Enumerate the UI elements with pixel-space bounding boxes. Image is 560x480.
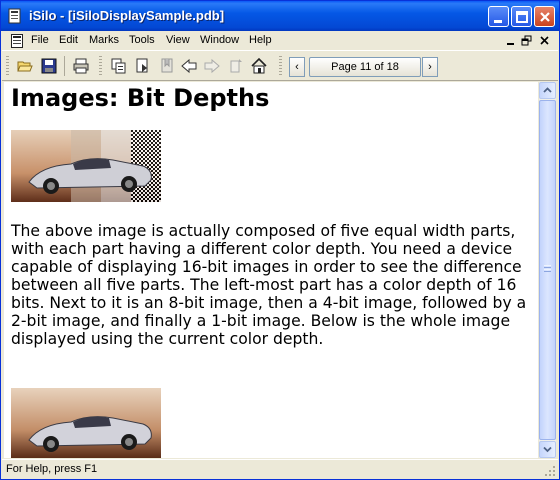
copy-icon <box>111 58 126 74</box>
minimize-icon <box>507 43 514 45</box>
toolbar-separator <box>64 56 65 76</box>
scroll-down-button[interactable] <box>539 441 556 458</box>
mdi-restore-button[interactable] <box>520 34 534 48</box>
previous-page-button[interactable]: ‹ <box>289 57 305 77</box>
car-image-bit-depths <box>11 130 161 202</box>
chevron-up-icon <box>543 87 552 93</box>
resize-grip-icon[interactable] <box>544 465 556 477</box>
scroll-thumb[interactable] <box>539 100 556 440</box>
folder-open-icon <box>17 61 33 72</box>
window-title: iSilo - [iSiloDisplaySample.pdb] <box>29 8 225 23</box>
menu-help[interactable]: Help <box>249 34 272 46</box>
menu-marks[interactable]: Marks <box>89 34 119 46</box>
minimize-button[interactable] <box>488 6 509 27</box>
page-heading: Images: Bit Depths <box>11 84 270 112</box>
title-bar[interactable]: iSilo - [iSiloDisplaySample.pdb] <box>1 1 559 31</box>
chevron-down-icon <box>543 446 552 453</box>
maximize-icon <box>516 11 528 23</box>
body-paragraph: The above image is actually composed of … <box>11 222 527 348</box>
next-page-button[interactable]: › <box>422 57 438 77</box>
bookmark-button[interactable] <box>156 55 178 77</box>
menu-window[interactable]: Window <box>200 34 239 46</box>
document-view[interactable]: Images: Bit Depths The above image is ac… <box>4 82 538 458</box>
grip-icon <box>544 265 551 272</box>
toolbar: ‹ Page 11 of 18 › <box>2 52 558 81</box>
forward-button[interactable] <box>201 55 223 77</box>
back-button[interactable] <box>178 55 200 77</box>
close-icon <box>540 12 550 22</box>
page-goto-icon <box>136 58 148 73</box>
app-icon <box>8 8 21 24</box>
minimize-icon <box>494 20 502 23</box>
toolbar-grip[interactable] <box>99 56 102 76</box>
copy-button[interactable] <box>108 55 130 77</box>
page-indicator[interactable]: Page 11 of 18 <box>309 57 421 77</box>
menu-edit[interactable]: Edit <box>59 34 78 46</box>
scroll-up-button[interactable] <box>539 82 556 99</box>
floppy-disk-icon <box>41 58 57 74</box>
page-up-icon <box>230 59 242 73</box>
status-text: For Help, press F1 <box>6 463 98 475</box>
arrow-right-icon <box>204 58 220 74</box>
mdi-minimize-button[interactable] <box>504 34 518 48</box>
go-to-page-button[interactable] <box>132 55 154 77</box>
close-icon <box>540 36 549 45</box>
mdi-close-button[interactable] <box>538 34 552 48</box>
vertical-scrollbar[interactable] <box>539 82 556 458</box>
menu-file[interactable]: File <box>31 34 49 46</box>
menu-view[interactable]: View <box>166 34 190 46</box>
save-button[interactable] <box>38 55 60 77</box>
toolbar-grip[interactable] <box>6 56 9 76</box>
toolbar-grip[interactable] <box>279 56 282 76</box>
print-button[interactable] <box>70 55 92 77</box>
close-button[interactable] <box>534 6 555 27</box>
bookmark-icon <box>161 58 173 73</box>
car-image-current-depth <box>11 388 161 458</box>
restore-icon <box>521 35 532 46</box>
maximize-button[interactable] <box>511 6 532 27</box>
up-button[interactable] <box>225 55 247 77</box>
menu-bar: File Edit Marks Tools View Window Help <box>2 31 558 51</box>
home-icon <box>251 58 267 74</box>
open-button[interactable] <box>14 55 36 77</box>
arrow-left-icon <box>181 58 197 74</box>
printer-icon <box>73 58 89 74</box>
document-icon[interactable] <box>11 34 23 48</box>
menu-tools[interactable]: Tools <box>129 34 155 46</box>
status-bar: For Help, press F1 <box>2 459 558 479</box>
app-window: iSilo - [iSiloDisplaySample.pdb] File Ed… <box>0 0 560 480</box>
home-button[interactable] <box>248 55 270 77</box>
